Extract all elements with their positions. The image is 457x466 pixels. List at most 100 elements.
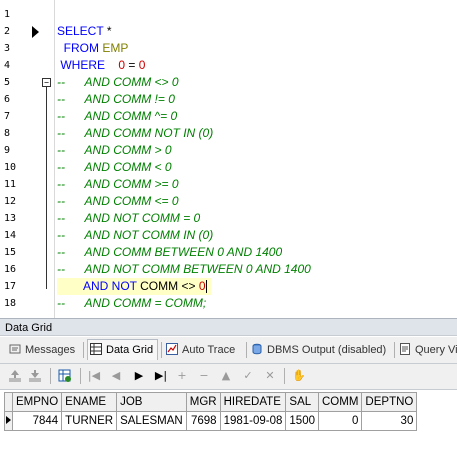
cell-comm[interactable]: 0 (317, 411, 363, 431)
line-number: 2 (4, 26, 11, 37)
delete-record-icon[interactable]: − (196, 368, 212, 384)
cell-ename[interactable]: TURNER (61, 411, 118, 431)
column-header[interactable]: HIREDATE (219, 392, 287, 412)
column-header[interactable]: JOB (116, 392, 187, 412)
tab-auto-trace[interactable]: Auto Trace (166, 340, 235, 360)
code-token: COMM (140, 279, 179, 293)
edit-record-icon[interactable]: ▲ (218, 368, 234, 384)
code-text: SELECT * (57, 23, 111, 40)
tab-query-viewer-label: Query Vi (415, 344, 457, 356)
code-token: EMP (102, 41, 129, 55)
line-number: 5 (4, 77, 11, 88)
next-record-icon[interactable]: ▶ (131, 368, 147, 384)
line-number: 9 (4, 145, 11, 156)
code-line[interactable]: 4 WHERE 0 = 0 (0, 57, 457, 74)
code-token: -- AND COMM ^= 0 (57, 109, 178, 123)
cell-mgr[interactable]: 7698 (185, 411, 221, 431)
column-header[interactable]: COMM (317, 392, 363, 412)
code-line[interactable]: 9 -- AND COMM > 0 (0, 142, 457, 159)
code-line[interactable]: 18 -- AND COMM = COMM; (0, 295, 457, 312)
code-line[interactable]: 1 (0, 6, 457, 23)
grid-toolbar: |◀ ◀ ▶ ▶| + − ▲ ✓ ✕ ✋ (0, 364, 457, 390)
code-token: -- AND COMM BETWEEN 0 AND 1400 (57, 245, 283, 259)
cell-deptno[interactable]: 30 (361, 411, 418, 431)
code-token: 0 (198, 279, 206, 293)
code-line[interactable]: 10 -- AND COMM < 0 (0, 159, 457, 176)
code-line[interactable]: 6 -- AND COMM != 0 (0, 91, 457, 108)
prev-record-icon[interactable]: ◀ (108, 368, 124, 384)
code-token: -- AND COMM >= 0 (57, 177, 179, 191)
grid-options-icon[interactable] (57, 368, 73, 384)
line-number: 15 (4, 247, 17, 258)
tab-messages[interactable]: Messages (9, 340, 75, 360)
code-token: WHERE (57, 58, 119, 72)
column-header[interactable]: SAL (285, 392, 319, 412)
line-number: 4 (4, 60, 11, 71)
code-token: -- AND COMM != 0 (57, 92, 175, 106)
toolbar-separator (284, 368, 285, 384)
code-line[interactable]: 14 -- AND NOT COMM IN (0) (0, 227, 457, 244)
code-text: -- AND COMM > 0 (57, 142, 172, 159)
code-line[interactable]: 11 -- AND COMM >= 0 (0, 176, 457, 193)
cell-sal[interactable]: 1500 (285, 411, 319, 431)
column-header[interactable]: EMPNO (11, 392, 63, 412)
code-text: -- AND COMM <= 0 (57, 193, 179, 210)
tab-separator (83, 342, 84, 358)
code-line[interactable]: 8 -- AND COMM NOT IN (0) (0, 125, 457, 142)
toolbar-separator (80, 368, 81, 384)
code-token: -- AND COMM <= 0 (57, 194, 179, 208)
code-text: -- AND COMM BETWEEN 0 AND 1400 (57, 244, 282, 261)
code-line[interactable]: 12 -- AND COMM <= 0 (0, 193, 457, 210)
fold-toggle-icon[interactable]: − (42, 78, 51, 87)
line-number: 18 (4, 298, 17, 309)
code-line[interactable]: 13 -- AND NOT COMM = 0 (0, 210, 457, 227)
line-number: 16 (4, 264, 17, 275)
column-header[interactable]: DEPTNO (361, 392, 418, 412)
code-text: -- AND COMM != 0 (57, 91, 175, 108)
tab-query-viewer[interactable]: Query Vi (399, 340, 457, 360)
first-record-icon[interactable]: |◀ (86, 368, 102, 384)
cancel-edit-icon[interactable]: ✕ (262, 368, 278, 384)
tab-auto-trace-label: Auto Trace (182, 344, 236, 356)
last-record-icon[interactable]: ▶| (153, 368, 169, 384)
post-edit-icon[interactable]: ✓ (240, 368, 256, 384)
cell-hiredate[interactable]: 1981-09-08 (219, 411, 287, 431)
code-line[interactable]: 7 -- AND COMM ^= 0 (0, 108, 457, 125)
cell-job[interactable]: SALESMAN (116, 411, 187, 431)
code-line[interactable]: 16 -- AND NOT COMM BETWEEN 0 AND 1400 (0, 261, 457, 278)
result-tabs: Messages Data Grid Auto Trace DBMS Outpu… (0, 337, 457, 364)
table-row[interactable]: 7844 TURNER SALESMAN 7698 1981-09-08 150… (4, 411, 418, 431)
line-number: 8 (4, 128, 11, 139)
toolbar-separator (50, 368, 51, 384)
code-text: AND NOT COMM <> 0 (57, 278, 211, 295)
code-text: -- AND COMM NOT IN (0) (57, 125, 213, 142)
code-token: * (106, 24, 112, 38)
execution-pointer-icon (32, 26, 39, 38)
code-text: -- AND COMM = COMM; (57, 295, 206, 312)
export-icon[interactable] (7, 368, 23, 384)
data-grid[interactable]: EMPNO ENAME JOB MGR HIREDATE SAL COMM DE… (0, 390, 457, 466)
messages-icon (9, 344, 21, 354)
code-text: -- AND COMM <> 0 (57, 74, 179, 91)
tab-dbms-output[interactable]: DBMS Output (disabled) (251, 340, 386, 360)
column-header[interactable]: ENAME (61, 392, 118, 412)
import-icon[interactable] (27, 368, 43, 384)
code-token: SELECT (57, 24, 107, 38)
hand-icon[interactable]: ✋ (291, 368, 307, 384)
code-token: -- AND NOT COMM BETWEEN 0 AND 1400 (57, 262, 311, 276)
code-line[interactable]: 3 FROM EMP (0, 40, 457, 57)
row-indicator-header (4, 392, 13, 412)
code-line[interactable]: 15 -- AND COMM BETWEEN 0 AND 1400 (0, 244, 457, 261)
insert-record-icon[interactable]: + (174, 368, 190, 384)
tab-data-grid[interactable]: Data Grid (87, 339, 159, 360)
code-line[interactable]: 5 − -- AND COMM <> 0 (0, 74, 457, 91)
line-number: 3 (4, 43, 11, 54)
sql-editor[interactable]: 1 2 SELECT * 3 FROM EMP 4 WHERE 0 = 0 5− -- AN… (0, 0, 457, 318)
dbms-output-icon (252, 343, 262, 355)
cell-empno[interactable]: 7844 (11, 411, 63, 431)
line-number: 12 (4, 196, 17, 207)
column-header[interactable]: MGR (185, 392, 221, 412)
tab-data-grid-label: Data Grid (106, 344, 154, 356)
code-line[interactable]: 17 AND NOT COMM <> 0 (0, 278, 457, 295)
code-line[interactable]: 2 SELECT * (0, 23, 457, 40)
